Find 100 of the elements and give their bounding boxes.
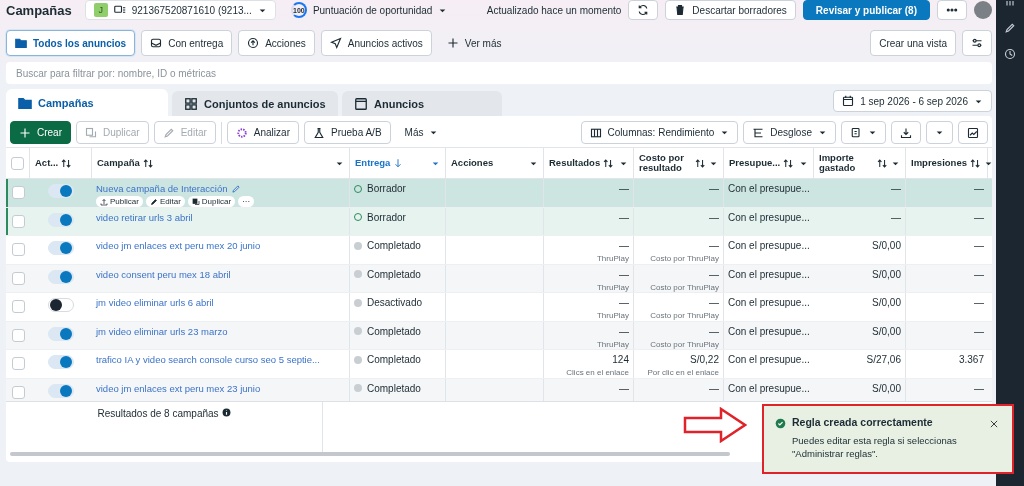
- opportunity-label[interactable]: Puntuación de oportunidad: [312, 4, 433, 16]
- date-range-picker[interactable]: 1 sep 2026 - 6 sep 2026: [833, 90, 992, 112]
- level-tab[interactable]: Conjuntos de anuncios: [172, 91, 338, 116]
- row-action-button[interactable]: Editar: [145, 196, 185, 207]
- column-header[interactable]: Importe gastado: [814, 148, 906, 178]
- filter-tab[interactable]: Todos los anuncios: [6, 30, 136, 56]
- column-header[interactable]: Impresiones: [906, 148, 988, 178]
- budget-value: Con el presupue...: [728, 211, 810, 223]
- chart-button[interactable]: [958, 121, 988, 144]
- column-header[interactable]: Acciones: [446, 148, 544, 178]
- column-header[interactable]: Campaña: [92, 148, 350, 178]
- cost-value: S/0,22: [690, 354, 719, 365]
- trash-icon: [674, 4, 687, 16]
- filter-tab[interactable]: Acciones: [238, 30, 315, 56]
- delivery-status: Completado: [367, 268, 421, 280]
- see-more-button[interactable]: Ver más: [437, 30, 511, 56]
- row-action-button[interactable]: Duplicar: [187, 196, 236, 207]
- row-checkbox[interactable]: [11, 214, 25, 228]
- cost-metric: Costo por ThruPlay: [649, 339, 719, 349]
- create-button[interactable]: Crear: [10, 121, 71, 144]
- reports-button[interactable]: [841, 121, 886, 144]
- filter-tab[interactable]: Anuncios activos: [320, 30, 432, 56]
- column-header[interactable]: Presupue...: [724, 148, 814, 178]
- row-checkbox[interactable]: [11, 357, 25, 370]
- impressions-value: —: [974, 183, 984, 194]
- impressions-value: —: [974, 240, 984, 251]
- table-row[interactable]: video jm enlaces ext peru mex 23 junio Completado — — Con el presupue... S/0,00 —: [6, 378, 992, 401]
- column-header[interactable]: Costo por resultado: [634, 148, 724, 178]
- publish-button[interactable]: Revisar y publicar (8): [802, 0, 930, 20]
- table-row[interactable]: trafico IA y video search console curso seo 5 septie... Completado 124 Clics en el enlace S/0,22 Por clic en el enlace Con el presupue... S/27,06 3.367: [6, 350, 992, 379]
- results-value: —: [619, 268, 629, 280]
- pencil-icon: [230, 183, 241, 194]
- toggle-switch[interactable]: [48, 184, 74, 198]
- table-row[interactable]: video consent peru mex 18 abril Completado — ThruPlay — Costo por ThruPlay Con el presupue... S/0,00 —: [6, 264, 992, 293]
- column-header[interactable]: Act...: [30, 148, 92, 178]
- create-view-button[interactable]: Crear una vista: [870, 30, 956, 56]
- table-row[interactable]: video jm enlaces ext peru mex 20 junio Completado — ThruPlay — Costo por ThruPlay Con el presupue... S/0,00 —: [6, 236, 992, 265]
- campaign-link[interactable]: jm video eliminar urls 6 abril: [96, 297, 214, 308]
- pencil-icon: [1004, 22, 1016, 34]
- row-checkbox[interactable]: [11, 186, 25, 199]
- campaign-link[interactable]: Nueva campaña de Interacción: [96, 183, 228, 194]
- level-tab[interactable]: Campañas: [6, 89, 168, 116]
- horizontal-scrollbar[interactable]: [10, 452, 730, 456]
- spent-value: —: [891, 183, 901, 194]
- table-row[interactable]: jm video eliminar urls 6 abril Desactivado — ThruPlay — Costo por ThruPlay Con el presupue... S/0,00 —: [6, 293, 992, 322]
- more-button[interactable]: [937, 0, 967, 20]
- check-circle-icon: [775, 418, 786, 429]
- campaign-link[interactable]: trafico IA y video search console curso seo 5 septie...: [96, 354, 320, 365]
- select-all-checkbox[interactable]: [11, 156, 24, 170]
- table-row[interactable]: jm video eliminar urls 23 marzo Completado — ThruPlay — Costo por ThruPlay Con el presupue... S/0,00 —: [6, 321, 992, 350]
- ad-account-icon: [113, 4, 126, 16]
- column-header[interactable]: Resultados: [544, 148, 634, 178]
- campaign-link[interactable]: video jm enlaces ext peru mex 23 junio: [96, 382, 261, 394]
- campaign-link[interactable]: video consent peru mex 18 abril: [96, 268, 231, 280]
- settings-button[interactable]: [962, 30, 992, 56]
- toggle-switch[interactable]: [48, 269, 74, 284]
- toggle-switch[interactable]: [48, 212, 74, 227]
- row-action-button[interactable]: Publicar: [96, 196, 143, 207]
- search-field[interactable]: Buscar para filtrar por: nombre, ID o métricas: [6, 62, 992, 84]
- ab-test-button[interactable]: Prueba A/B: [303, 121, 391, 144]
- page-title: Campañas: [6, 2, 72, 18]
- columns-button[interactable]: Columnas: Rendimiento: [580, 121, 739, 144]
- filter-tab[interactable]: Con entrega: [141, 30, 233, 56]
- campaign-link[interactable]: video jm enlaces ext peru mex 20 junio: [96, 240, 261, 251]
- toggle-switch[interactable]: [48, 298, 74, 312]
- row-checkbox[interactable]: [11, 271, 25, 285]
- row-checkbox[interactable]: [11, 300, 25, 313]
- caret-icon: [935, 128, 944, 137]
- row-checkbox[interactable]: [11, 385, 25, 399]
- toggle-switch[interactable]: [48, 383, 74, 398]
- toggle-switch[interactable]: [48, 241, 74, 255]
- campaign-link[interactable]: jm video eliminar urls 23 marzo: [96, 325, 228, 337]
- refresh-button[interactable]: [628, 0, 659, 20]
- impressions-value: —: [974, 297, 984, 308]
- refresh-icon: [637, 4, 650, 16]
- analyze-button[interactable]: Analizar: [226, 121, 299, 144]
- delivery-status: Borrador: [367, 183, 406, 194]
- copy-icon: [85, 126, 97, 139]
- spent-value: S/0,00: [872, 240, 901, 251]
- settings-icon: [971, 37, 983, 49]
- caret-icon: [818, 128, 827, 137]
- bar-chart-icon: [1004, 0, 1016, 8]
- export-button[interactable]: [891, 121, 921, 144]
- close-button[interactable]: [988, 418, 1000, 430]
- level-tab[interactable]: Anuncios: [342, 91, 502, 116]
- avatar[interactable]: [974, 1, 992, 19]
- table-row[interactable]: video retirar urls 3 abril Borrador — — Con el presupue... — —: [6, 207, 992, 236]
- row-action-button[interactable]: ···: [238, 196, 255, 207]
- more-menu-button[interactable]: Más: [395, 121, 448, 144]
- row-checkbox[interactable]: [11, 328, 25, 342]
- campaign-link[interactable]: video retirar urls 3 abril: [96, 211, 193, 223]
- account-selector[interactable]: J 921367520871610 (9213...: [84, 0, 276, 20]
- row-checkbox[interactable]: [11, 243, 25, 256]
- breakdown-button[interactable]: Desglose: [743, 121, 836, 144]
- budget-value: Con el presupue...: [728, 268, 810, 280]
- toggle-switch[interactable]: [48, 355, 74, 369]
- discard-drafts-button[interactable]: Descartar borradores: [665, 0, 796, 20]
- toggle-switch[interactable]: [48, 326, 74, 341]
- table-row[interactable]: Nueva campaña de Interacción Publicar Editar Duplicar ··· Borrador — — Con el presupue... — —: [6, 179, 992, 208]
- inbox-icon: [150, 37, 163, 49]
